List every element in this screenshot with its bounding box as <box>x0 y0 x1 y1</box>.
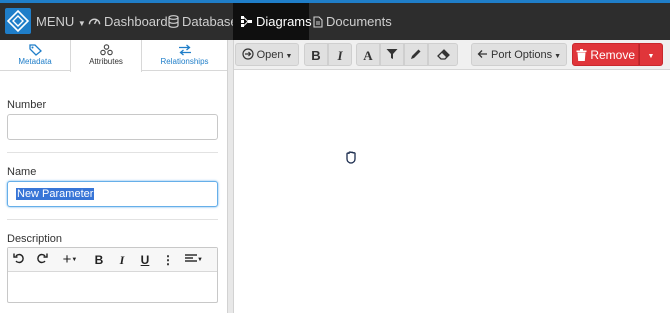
divider <box>7 152 218 153</box>
open-button[interactable]: Open ▼ <box>235 43 299 66</box>
bold-button[interactable]: B <box>304 43 328 66</box>
properties-panel: Metadata Attributes Relationships Number… <box>0 40 227 313</box>
bold-button[interactable]: B <box>92 251 106 269</box>
nav-documents[interactable]: Documents <box>313 3 392 40</box>
database-icon <box>168 15 179 28</box>
italic-button[interactable]: I <box>116 251 128 269</box>
document-icon <box>313 16 323 28</box>
cubes-icon <box>99 44 113 56</box>
panel-splitter[interactable] <box>227 40 234 313</box>
caret-down-icon: ▼ <box>552 53 562 60</box>
dashboard-icon <box>88 18 101 25</box>
pencil-icon[interactable] <box>404 43 428 66</box>
remove-dropdown-toggle[interactable]: ▼ <box>639 43 663 66</box>
divider <box>7 219 218 220</box>
number-input[interactable] <box>7 114 218 140</box>
nav-diagrams[interactable]: Diagrams <box>233 3 312 40</box>
name-value: New Parameter <box>16 188 95 200</box>
description-editor[interactable]: +▼ B I U ⋮ ▼ <box>7 247 218 303</box>
nav-dashboard[interactable]: Dashboard <box>88 3 168 40</box>
exchange-icon <box>178 44 191 56</box>
more-icon[interactable]: ⋮ <box>162 251 174 269</box>
align-dropdown[interactable]: ▼ <box>182 251 206 269</box>
port-options-label: Port Options <box>491 49 553 61</box>
tab-attributes[interactable]: Attributes <box>70 40 142 72</box>
caret-down-icon: ▼ <box>283 53 293 60</box>
filter-icon[interactable] <box>380 43 404 66</box>
redo-icon[interactable] <box>35 251 49 269</box>
undo-icon[interactable] <box>12 251 26 269</box>
arrow-circle-right-icon <box>241 48 254 60</box>
underline-button[interactable]: U <box>138 251 152 269</box>
italic-button[interactable]: I <box>328 43 352 66</box>
caret-down-icon: ▼ <box>197 257 203 263</box>
diagram-canvas[interactable]: Open ▼ B I A Port Options ▼ Remove ▼ <box>234 40 670 313</box>
nav-diagrams-label: Diagrams <box>256 14 312 29</box>
panel-tabs: Metadata Attributes Relationships <box>0 40 227 72</box>
description-label: Description <box>7 233 63 245</box>
remove-label: Remove <box>590 48 636 62</box>
top-navbar: MENU ▼ Dashboard Database Diagrams Docum… <box>0 0 670 40</box>
caret-down-icon: ▼ <box>647 53 655 60</box>
nav-dashboard-label: Dashboard <box>104 14 168 29</box>
description-toolbar: +▼ B I U ⋮ ▼ <box>8 248 217 272</box>
tag-icon <box>28 44 42 56</box>
eraser-icon[interactable] <box>428 43 458 66</box>
name-input[interactable]: New Parameter <box>7 181 218 207</box>
name-label: Name <box>7 166 37 178</box>
tab-metadata[interactable]: Metadata <box>0 40 70 71</box>
nav-documents-label: Documents <box>326 14 392 29</box>
tab-relationships-label: Relationships <box>160 57 209 66</box>
tab-metadata-label: Metadata <box>18 57 52 66</box>
font-button[interactable]: A <box>356 43 380 66</box>
hand-grab-icon[interactable] <box>344 150 358 164</box>
align-left-icon <box>185 254 198 262</box>
menu-dropdown[interactable]: MENU ▼ <box>36 3 86 40</box>
tab-relationships[interactable]: Relationships <box>142 40 227 71</box>
trash-icon <box>576 48 587 61</box>
nav-database[interactable]: Database <box>168 3 238 40</box>
app-logo[interactable] <box>5 8 31 34</box>
caret-down-icon: ▼ <box>71 257 78 263</box>
remove-button[interactable]: Remove <box>572 43 639 66</box>
diagram-toolbar: Open ▼ B I A Port Options ▼ Remove ▼ <box>234 40 670 70</box>
menu-label: MENU <box>36 14 75 29</box>
arrow-left-icon <box>477 50 487 59</box>
insert-plus-dropdown[interactable]: +▼ <box>58 251 82 269</box>
number-label: Number <box>7 99 47 111</box>
open-label: Open <box>256 49 284 61</box>
tab-attributes-label: Attributes <box>89 57 123 66</box>
sitemap-icon <box>241 16 252 28</box>
port-options-button[interactable]: Port Options ▼ <box>471 43 567 66</box>
nav-database-label: Database <box>182 14 238 29</box>
caret-down-icon: ▼ <box>77 19 86 28</box>
